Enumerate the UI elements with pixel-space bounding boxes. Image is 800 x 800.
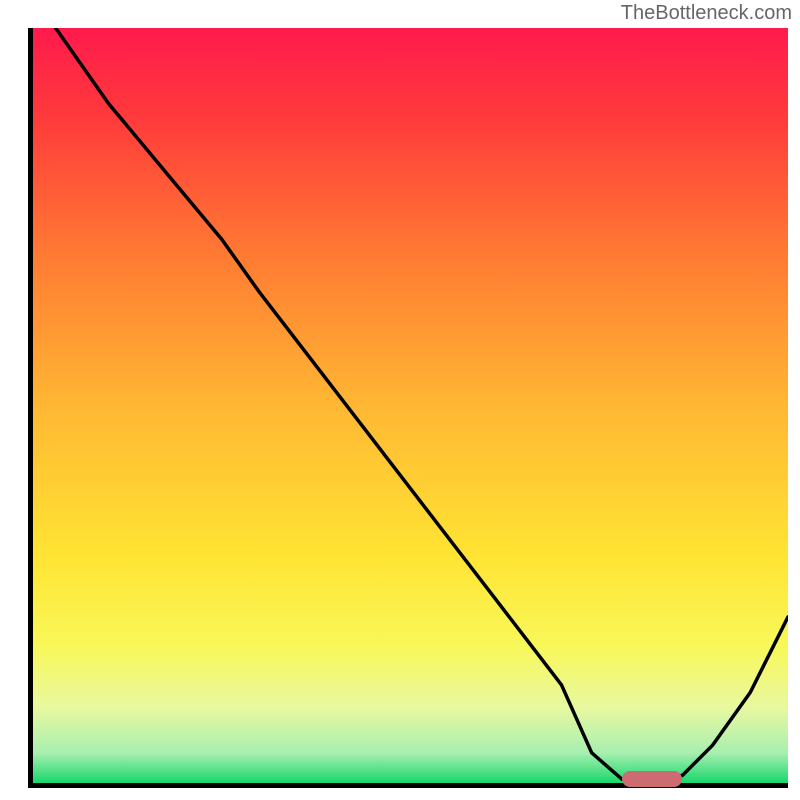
watermark-text: TheBottleneck.com bbox=[621, 2, 792, 25]
plot-area bbox=[28, 28, 788, 788]
chart-line bbox=[33, 28, 788, 783]
optimal-marker bbox=[622, 771, 682, 787]
